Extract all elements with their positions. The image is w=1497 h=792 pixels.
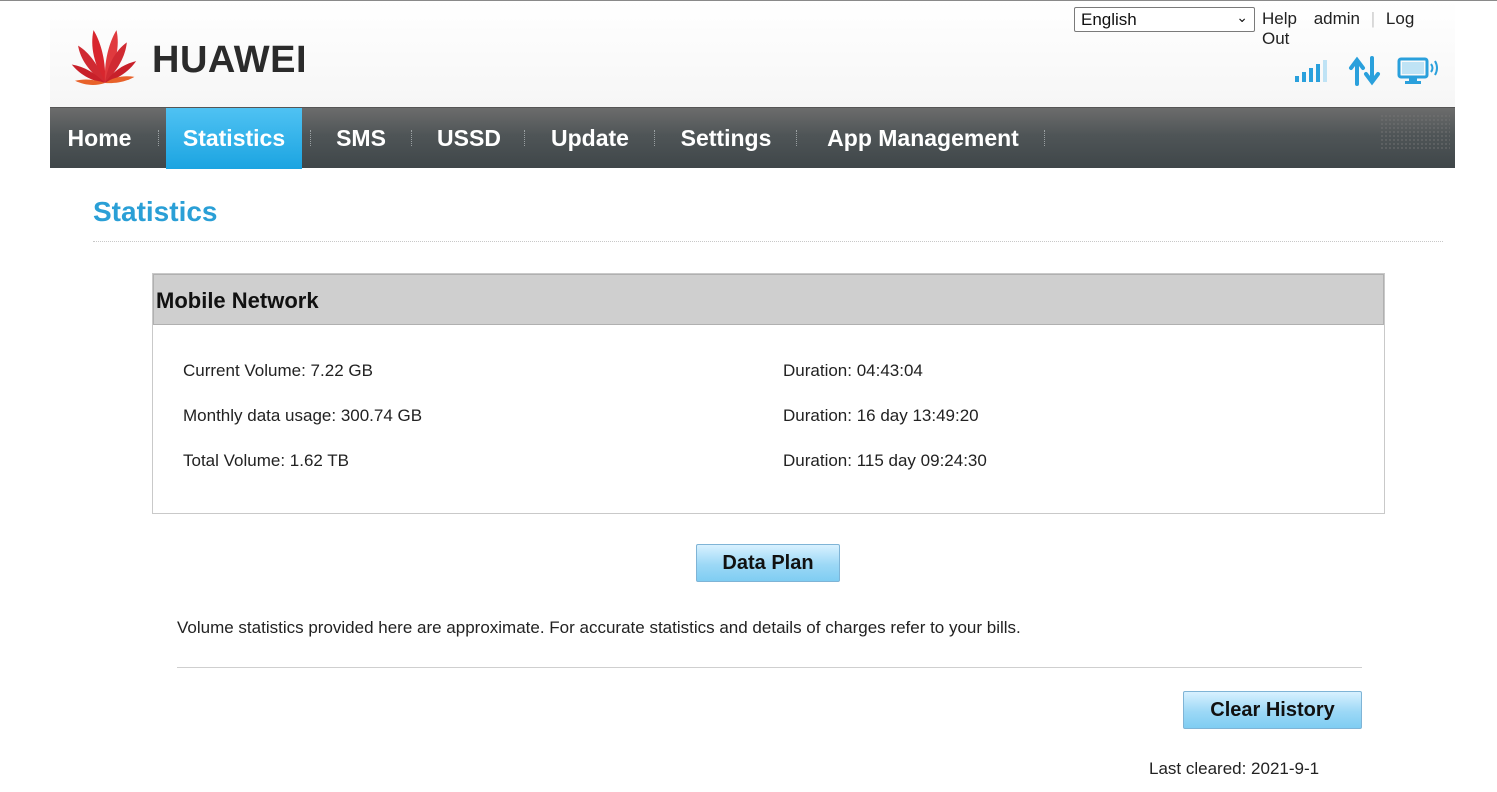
- status-icons: [1293, 56, 1453, 86]
- volume-note: Volume statistics provided here are appr…: [177, 618, 1021, 637]
- top-links: Help admin | Log Out: [1262, 9, 1455, 49]
- monthly-duration: Duration: 16 day 13:49:20: [783, 406, 979, 425]
- nav-statistics[interactable]: Statistics: [166, 108, 302, 169]
- main-nav: Home Statistics SMS USSD Update Settings…: [50, 107, 1455, 169]
- nav-decoration: [1380, 114, 1450, 150]
- title-divider: [93, 241, 1443, 242]
- data-transfer-icon[interactable]: [1348, 56, 1382, 91]
- nav-home[interactable]: Home: [50, 108, 149, 169]
- huawei-flower-icon: [71, 30, 137, 86]
- panel-title: Mobile Network: [156, 288, 319, 313]
- current-volume: Current Volume: 7.22 GB: [183, 361, 373, 380]
- nav-separator: [524, 130, 525, 146]
- help-link[interactable]: Help: [1262, 9, 1297, 28]
- note-divider: [177, 667, 1362, 668]
- data-plan-button[interactable]: Data Plan: [696, 544, 840, 582]
- panel-header: Mobile Network: [153, 274, 1384, 325]
- total-duration: Duration: 115 day 09:24:30: [783, 451, 987, 470]
- page-title: Statistics: [93, 196, 218, 227]
- mobile-network-panel: Mobile Network Current Volume: 7.22 GB D…: [152, 273, 1385, 514]
- last-cleared-text: Last cleared: 2021-9-1: [1149, 759, 1320, 778]
- nav-sms[interactable]: SMS: [322, 108, 400, 169]
- chevron-down-icon: ⌄: [1236, 9, 1248, 25]
- nav-separator: [411, 130, 412, 146]
- signal-strength-icon[interactable]: [1293, 58, 1331, 89]
- total-volume: Total Volume: 1.62 TB: [183, 451, 350, 470]
- monthly-usage: Monthly data usage: 300.74 GB: [183, 406, 423, 425]
- nav-separator: [1044, 130, 1045, 146]
- nav-app-management[interactable]: App Management: [808, 108, 1038, 169]
- nav-update[interactable]: Update: [536, 108, 644, 169]
- nav-separator: [310, 130, 311, 146]
- nav-settings[interactable]: Settings: [666, 108, 786, 169]
- brand-name: HUAWEI: [152, 39, 307, 81]
- nav-separator: [796, 130, 797, 146]
- link-separator: |: [1370, 9, 1376, 28]
- user-link[interactable]: admin: [1314, 9, 1360, 28]
- header: HUAWEI English ⌄ Help admin | Log Out: [50, 1, 1455, 107]
- nav-separator: [654, 130, 655, 146]
- clear-history-button[interactable]: Clear History: [1183, 691, 1362, 729]
- nav-separator: [158, 130, 159, 146]
- language-select[interactable]: English ⌄: [1074, 7, 1255, 32]
- current-duration: Duration: 04:43:04: [783, 361, 923, 380]
- connected-device-icon[interactable]: [1397, 56, 1443, 91]
- language-value: English: [1081, 10, 1137, 29]
- nav-ussd[interactable]: USSD: [424, 108, 514, 169]
